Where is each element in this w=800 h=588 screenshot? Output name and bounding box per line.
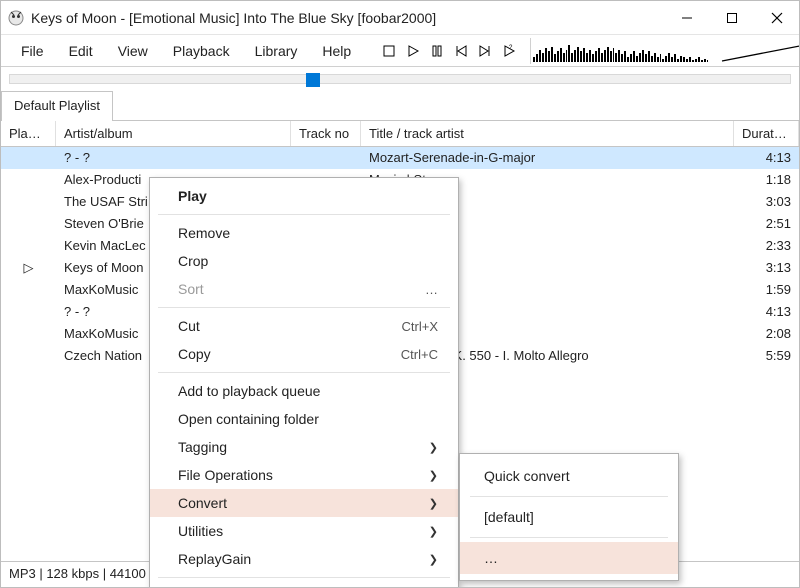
ctx-replaygain[interactable]: ReplayGain❯ [150, 545, 458, 573]
menu-library[interactable]: Library [245, 39, 308, 63]
col-header-playing[interactable]: Playi… [1, 121, 56, 146]
tab-default-playlist[interactable]: Default Playlist [1, 91, 113, 121]
minimize-button[interactable] [664, 3, 709, 33]
table-row[interactable]: ? - ? Mozart-Serenade-in-G-major4:13 [1, 147, 799, 169]
menu-edit[interactable]: Edit [59, 39, 103, 63]
chevron-right-icon: ❯ [429, 469, 438, 482]
ctx-utilities[interactable]: Utilities❯ [150, 517, 458, 545]
titlebar: Keys of Moon - [Emotional Music] Into Th… [1, 1, 799, 35]
col-header-duration[interactable]: Durat… [734, 121, 799, 146]
close-button[interactable] [754, 3, 799, 33]
window-title: Keys of Moon - [Emotional Music] Into Th… [31, 10, 664, 26]
column-headers: Playi… Artist/album Track no Title / tra… [1, 121, 799, 147]
cell-playing [1, 323, 56, 345]
col-header-title[interactable]: Title / track artist [361, 121, 734, 146]
cell-playing [1, 235, 56, 257]
cell-playing [1, 213, 56, 235]
prev-button[interactable] [451, 41, 471, 61]
app-icon [7, 9, 25, 27]
ctx-separator [158, 372, 450, 373]
cell-duration: 3:13 [734, 257, 799, 279]
cell-playing [1, 345, 56, 367]
cell-title: Mozart-Serenade-in-G-major [361, 147, 734, 169]
context-menu: Play Remove Crop Sort… CutCtrl+X CopyCtr… [149, 177, 459, 588]
volume-slider[interactable] [721, 38, 800, 64]
ctx-separator [158, 307, 450, 308]
ctx-tagging[interactable]: Tagging❯ [150, 433, 458, 461]
menu-file[interactable]: File [11, 39, 54, 63]
stop-button[interactable] [379, 41, 399, 61]
ctx-play[interactable]: Play [150, 182, 458, 210]
cell-playing [1, 279, 56, 301]
chevron-right-icon: ❯ [429, 525, 438, 538]
chevron-right-icon: ❯ [429, 441, 438, 454]
ctx-convert[interactable]: Convert❯ [150, 489, 458, 517]
ctx-open-folder[interactable]: Open containing folder [150, 405, 458, 433]
cell-duration: 2:08 [734, 323, 799, 345]
sub-quick-convert[interactable]: Quick convert [460, 460, 678, 492]
menu-playback[interactable]: Playback [163, 39, 240, 63]
maximize-button[interactable] [709, 3, 754, 33]
ctx-crop[interactable]: Crop [150, 247, 458, 275]
visualizer[interactable] [530, 38, 710, 64]
chevron-right-icon: ❯ [429, 553, 438, 566]
cell-playing: ▷ [1, 257, 56, 279]
ctx-properties[interactable]: PropertiesAlt+Enter [150, 582, 458, 588]
ctx-add-queue[interactable]: Add to playback queue [150, 377, 458, 405]
cell-playing [1, 301, 56, 323]
pause-button[interactable] [427, 41, 447, 61]
cell-duration: 4:13 [734, 301, 799, 323]
cell-duration: 4:13 [734, 147, 799, 169]
ctx-separator [158, 577, 450, 578]
cell-duration: 1:59 [734, 279, 799, 301]
seek-track[interactable] [9, 74, 791, 84]
playlist-tabs: Default Playlist [1, 91, 799, 121]
convert-submenu: Quick convert [default] … [459, 453, 679, 581]
cell-artist: ? - ? [56, 147, 291, 169]
ctx-separator [158, 214, 450, 215]
col-header-artist[interactable]: Artist/album [56, 121, 291, 146]
sub-default[interactable]: [default] [460, 501, 678, 533]
ctx-remove[interactable]: Remove [150, 219, 458, 247]
app-window: Keys of Moon - [Emotional Music] Into Th… [0, 0, 800, 588]
cell-trackno [291, 147, 361, 169]
sub-separator [470, 537, 668, 538]
menubar: File Edit View Playback Library Help ? [1, 35, 799, 67]
ctx-copy[interactable]: CopyCtrl+C [150, 340, 458, 368]
ctx-file-operations[interactable]: File Operations❯ [150, 461, 458, 489]
ctx-cut[interactable]: CutCtrl+X [150, 312, 458, 340]
seek-thumb[interactable] [306, 73, 320, 87]
cell-duration: 2:33 [734, 235, 799, 257]
cell-playing [1, 191, 56, 213]
cell-duration: 1:18 [734, 169, 799, 191]
random-button[interactable]: ? [499, 41, 519, 61]
next-button[interactable] [475, 41, 495, 61]
cell-playing [1, 147, 56, 169]
sub-separator [470, 496, 668, 497]
play-button[interactable] [403, 41, 423, 61]
menu-help[interactable]: Help [312, 39, 361, 63]
status-text: MP3 | 128 kbps | 44100 H [9, 566, 159, 581]
chevron-right-icon: ❯ [429, 497, 438, 510]
ctx-sort: Sort… [150, 275, 458, 303]
seek-bar[interactable] [1, 67, 799, 91]
col-header-trackno[interactable]: Track no [291, 121, 361, 146]
sub-more[interactable]: … [460, 542, 678, 574]
menu-view[interactable]: View [108, 39, 158, 63]
cell-playing [1, 169, 56, 191]
transport-controls: ? [379, 41, 519, 61]
cell-duration: 3:03 [734, 191, 799, 213]
cell-duration: 2:51 [734, 213, 799, 235]
window-controls [664, 3, 799, 33]
cell-duration: 5:59 [734, 345, 799, 367]
